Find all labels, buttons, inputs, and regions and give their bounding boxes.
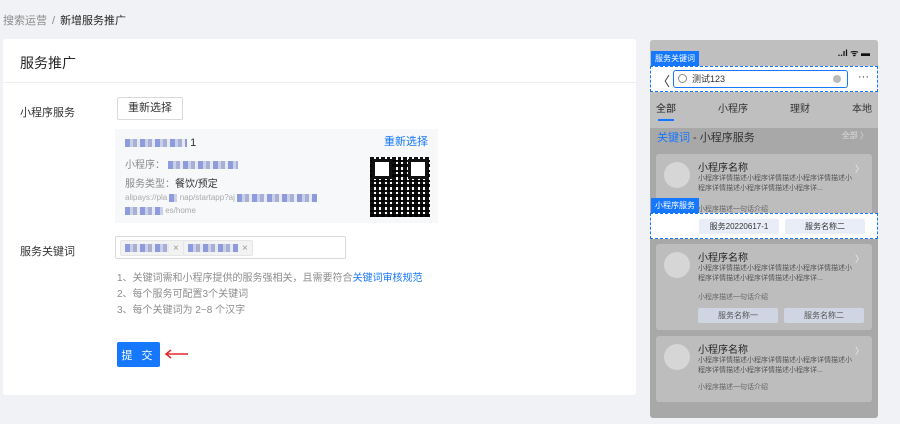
miniprogram-name-line: 小程序：	[125, 156, 238, 171]
miniprogram-path-line-2: es/home	[125, 206, 196, 215]
preview-item-desc: 小程序详情描述小程序详情描述小程序详情描述小程序详情描述小程序详情描述小程序详.…	[698, 175, 852, 192]
tip-line: 3、每个关键词为 2~8 个汉字	[117, 305, 246, 316]
preview-item-desc: 小程序详情描述小程序详情描述小程序详情描述小程序详情描述小程序详情描述小程序详.…	[698, 265, 852, 282]
path-mid: nap/startapp?aj	[179, 193, 235, 202]
redacted-name	[167, 161, 238, 170]
section-keyword: 关键词	[657, 132, 690, 144]
tip-line: 2、每个服务可配置3个关键词	[117, 289, 249, 300]
review-rules-link[interactable]: 关键词审核规范	[353, 273, 423, 284]
avatar	[664, 162, 690, 188]
preview-tab-miniprogram: 小程序	[718, 104, 748, 115]
section-name: 小程序服务	[699, 132, 755, 144]
redacted-title	[125, 139, 187, 148]
preview-service-chip: 服务名称二	[784, 308, 864, 323]
tip-text: 1、关键词需和小程序提供的服务强相关，且需要符合	[117, 273, 353, 284]
more-icon: ···	[858, 71, 869, 83]
path-suffix: es/home	[165, 206, 196, 215]
back-icon: 〈	[657, 74, 671, 89]
keyword-tips: 1、关键词需和小程序提供的服务强相关，且需要符合关键词审核规范 2、每个服务可配…	[117, 271, 423, 319]
qr-code-image	[370, 157, 430, 217]
reselect-button[interactable]: 重新选择	[117, 97, 183, 120]
tip-line: 1、关键词需和小程序提供的服务强相关，且需要符合关键词审核规范	[117, 271, 423, 287]
preview-item-intro: 小程序描述一句话介绍	[698, 294, 768, 301]
preview-search-input: 测试123	[673, 70, 848, 88]
path-prefix: alipays://pla	[125, 193, 168, 202]
preview-service-chip: 服务20220617-1	[699, 219, 779, 234]
preview-tab-finance: 理财	[790, 104, 810, 115]
preview-list-item: 小程序名称 〉 小程序详情描述小程序详情描述小程序详情描述小程序详情描述小程序详…	[656, 244, 872, 330]
close-icon[interactable]: ×	[242, 243, 248, 254]
page-title: 服务推广	[20, 55, 76, 71]
miniprogram-title: 1	[125, 137, 196, 149]
keyword-area-tag: 服务关键词	[651, 51, 699, 66]
type-label: 服务类型：	[125, 179, 175, 190]
miniprogram-path-line: alipays://pla nap/startapp?aj	[125, 193, 318, 202]
redacted-path	[125, 206, 163, 215]
submit-button[interactable]: 提 交	[117, 342, 160, 367]
preview-service-zone: 服务20220617-1 服务名称二	[650, 213, 878, 239]
preview-item-name: 小程序名称	[698, 253, 748, 264]
avatar	[664, 344, 690, 370]
selected-miniprogram-card: 1 重新选择 小程序： 服务类型：餐饮/预定 alipays://pla nap…	[115, 129, 438, 223]
keyword-tag: ×	[120, 240, 184, 256]
section-dash: -	[690, 132, 700, 144]
breadcrumb-separator: /	[52, 15, 56, 27]
phone-preview: ..ıl ᯤ ▬ 服务关键词 〈 测试123 ··· 全部 小程序 理财 本地 …	[650, 40, 878, 418]
arrow-left-icon	[164, 349, 188, 359]
keyword-tag: ×	[183, 240, 253, 256]
preview-service-chip: 服务名称二	[785, 219, 865, 234]
preview-list-item: 小程序名称 〉 小程序详情描述小程序详情描述小程序详情描述小程序详情描述小程序详…	[656, 336, 872, 402]
preview-tabs: 全部 小程序 理财 本地	[650, 100, 878, 121]
preview-tab-local: 本地	[852, 104, 872, 115]
search-icon	[678, 74, 687, 83]
breadcrumb-current: 新增服务推广	[60, 15, 127, 27]
close-icon[interactable]: ×	[173, 243, 179, 254]
preview-item-desc: 小程序详情描述小程序详情描述小程序详情描述小程序详情描述小程序详情描述小程序详.…	[698, 357, 852, 374]
redacted-keyword	[125, 244, 169, 252]
clear-icon	[833, 75, 841, 83]
service-type-line: 服务类型：餐饮/预定	[125, 175, 218, 190]
keywords-label: 服务关键词	[20, 246, 75, 258]
preview-section-title: 关键词 - 小程序服务	[657, 129, 755, 145]
breadcrumb-parent[interactable]: 搜索运营	[3, 15, 47, 27]
preview-item-name: 小程序名称	[698, 163, 748, 174]
redacted-keyword	[188, 244, 238, 252]
name-label: 小程序：	[125, 160, 165, 171]
reselect-link[interactable]: 重新选择	[384, 133, 428, 149]
preview-service-chip: 服务名称一	[698, 308, 778, 323]
keywords-input[interactable]: × ×	[115, 236, 346, 259]
avatar	[664, 252, 690, 278]
miniprogram-title-suffix: 1	[190, 137, 197, 149]
redacted-path	[237, 193, 318, 202]
type-value: 餐饮/预定	[175, 179, 218, 190]
preview-search-value: 测试123	[692, 74, 726, 84]
service-area-tag: 小程序服务	[651, 198, 699, 213]
preview-tab-all: 全部	[656, 100, 676, 121]
miniprogram-label: 小程序服务	[20, 107, 75, 119]
redacted-path	[169, 193, 178, 202]
preview-item-intro: 小程序描述一句话介绍	[698, 384, 768, 391]
preview-all-link: 全部 〉	[841, 131, 868, 140]
status-bar-icons: ..ıl ᯤ ▬	[837, 48, 870, 58]
preview-item-name: 小程序名称	[698, 345, 748, 356]
preview-search-zone: 〈 测试123 ···	[650, 66, 878, 92]
breadcrumb: 搜索运营 / 新增服务推广	[3, 12, 126, 28]
title-divider	[3, 82, 636, 83]
